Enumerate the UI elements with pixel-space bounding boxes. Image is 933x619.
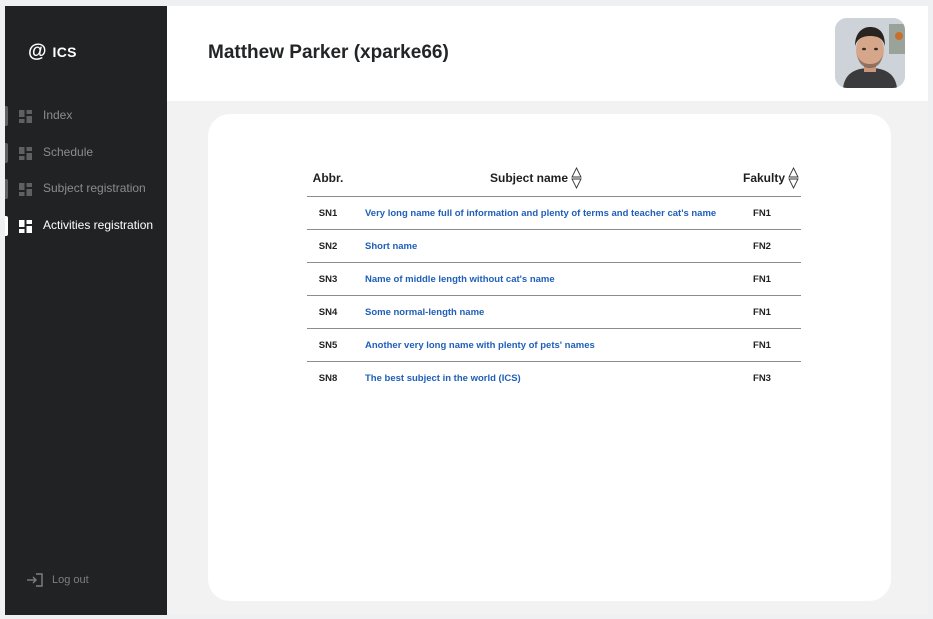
nav-indicator [5, 106, 8, 126]
table-row: SN5 Another very long name with plenty o… [307, 328, 801, 362]
user-avatar[interactable] [835, 18, 905, 88]
subject-link[interactable]: The best subject in the world (ICS) [365, 373, 521, 384]
dashboard-icon [19, 146, 32, 160]
cell-abbr: SN3 [307, 262, 349, 296]
app-name: ICS [52, 44, 77, 60]
subjects-table: Abbr. Subject name Fakulty SN1 Very long… [307, 160, 801, 394]
sidebar-item-activities-registration[interactable]: Activities registration [5, 215, 167, 236]
sidebar-nav: Index Schedule Subject registration Acti… [5, 106, 167, 252]
sidebar-item-subject-registration[interactable]: Subject registration [5, 179, 167, 199]
subject-link[interactable]: Another very long name with plenty of pe… [365, 340, 595, 351]
sidebar-item-label: Index [43, 108, 73, 122]
cell-subject-name: The best subject in the world (ICS) [349, 362, 723, 395]
sidebar-item-schedule[interactable]: Schedule [5, 142, 167, 163]
column-label: Subject name [489, 171, 569, 185]
sidebar: @ ICS Index Schedule Subject registratio… [5, 6, 167, 615]
cell-abbr: SN2 [307, 229, 349, 263]
table-header-row: Abbr. Subject name Fakulty [307, 160, 801, 197]
sidebar-item-label: Subject registration [43, 181, 146, 195]
table-row: SN2 Short name FN2 [307, 229, 801, 263]
column-label: Abbr. [312, 171, 344, 185]
cell-abbr: SN5 [307, 328, 349, 362]
app-logo[interactable]: @ ICS [28, 42, 77, 62]
logout-icon [27, 573, 43, 587]
cell-faculty: FN1 [723, 196, 801, 230]
logout-button[interactable]: Log out [27, 573, 89, 587]
page-title: Matthew Parker (xparke66) [208, 42, 449, 63]
sidebar-item-label: Activities registration [43, 217, 154, 232]
cell-abbr: SN1 [307, 196, 349, 230]
sort-icon[interactable] [571, 167, 582, 189]
column-label: Fakulty [742, 171, 785, 185]
dashboard-icon [19, 110, 32, 123]
cell-faculty: FN2 [723, 229, 801, 263]
subject-link[interactable]: Some normal-length name [365, 307, 484, 318]
cell-faculty: FN3 [753, 372, 771, 384]
subjects-card: Abbr. Subject name Fakulty SN1 Very long… [208, 114, 891, 601]
column-header-subject-name[interactable]: Subject name [349, 160, 723, 197]
at-icon: @ [28, 41, 47, 62]
cell-subject-name: Another very long name with plenty of pe… [349, 328, 723, 362]
cell-faculty: FN1 [723, 295, 801, 329]
table-row: SN8 The best subject in the world (ICS) … [307, 362, 801, 395]
table-row: SN4 Some normal-length name FN1 [307, 295, 801, 329]
subject-link[interactable]: Short name [365, 241, 417, 252]
subject-link[interactable]: Name of middle length without cat's name [365, 274, 555, 285]
cell-faculty: FN1 [723, 262, 801, 296]
avatar-photo [835, 18, 905, 88]
dashboard-icon [19, 183, 32, 196]
logout-label: Log out [52, 574, 89, 586]
sort-icon[interactable] [788, 167, 799, 189]
cell-subject-name: Very long name full of information and p… [349, 196, 723, 230]
app-window: @ ICS Index Schedule Subject registratio… [5, 6, 928, 615]
nav-indicator [5, 142, 8, 163]
sidebar-item-index[interactable]: Index [5, 106, 167, 126]
cell-subject-name: Some normal-length name [349, 295, 723, 329]
table-row: SN1 Very long name full of information a… [307, 196, 801, 230]
cell-faculty: FN1 [723, 328, 801, 362]
column-header-fakulty[interactable]: Fakulty [723, 160, 801, 197]
table-row: SN3 Name of middle length without cat's … [307, 262, 801, 296]
nav-indicator [5, 179, 8, 199]
sidebar-item-label: Schedule [43, 144, 94, 159]
nav-indicator [5, 215, 8, 236]
cell-subject-name: Short name [349, 229, 723, 263]
cell-abbr: SN4 [307, 295, 349, 329]
header: Matthew Parker (xparke66) [167, 6, 928, 101]
dashboard-icon [19, 219, 32, 233]
column-header-abbr: Abbr. [307, 160, 349, 197]
cell-subject-name: Name of middle length without cat's name [349, 262, 723, 296]
cell-abbr: SN8 [318, 372, 338, 384]
subject-link[interactable]: Very long name full of information and p… [365, 208, 716, 219]
